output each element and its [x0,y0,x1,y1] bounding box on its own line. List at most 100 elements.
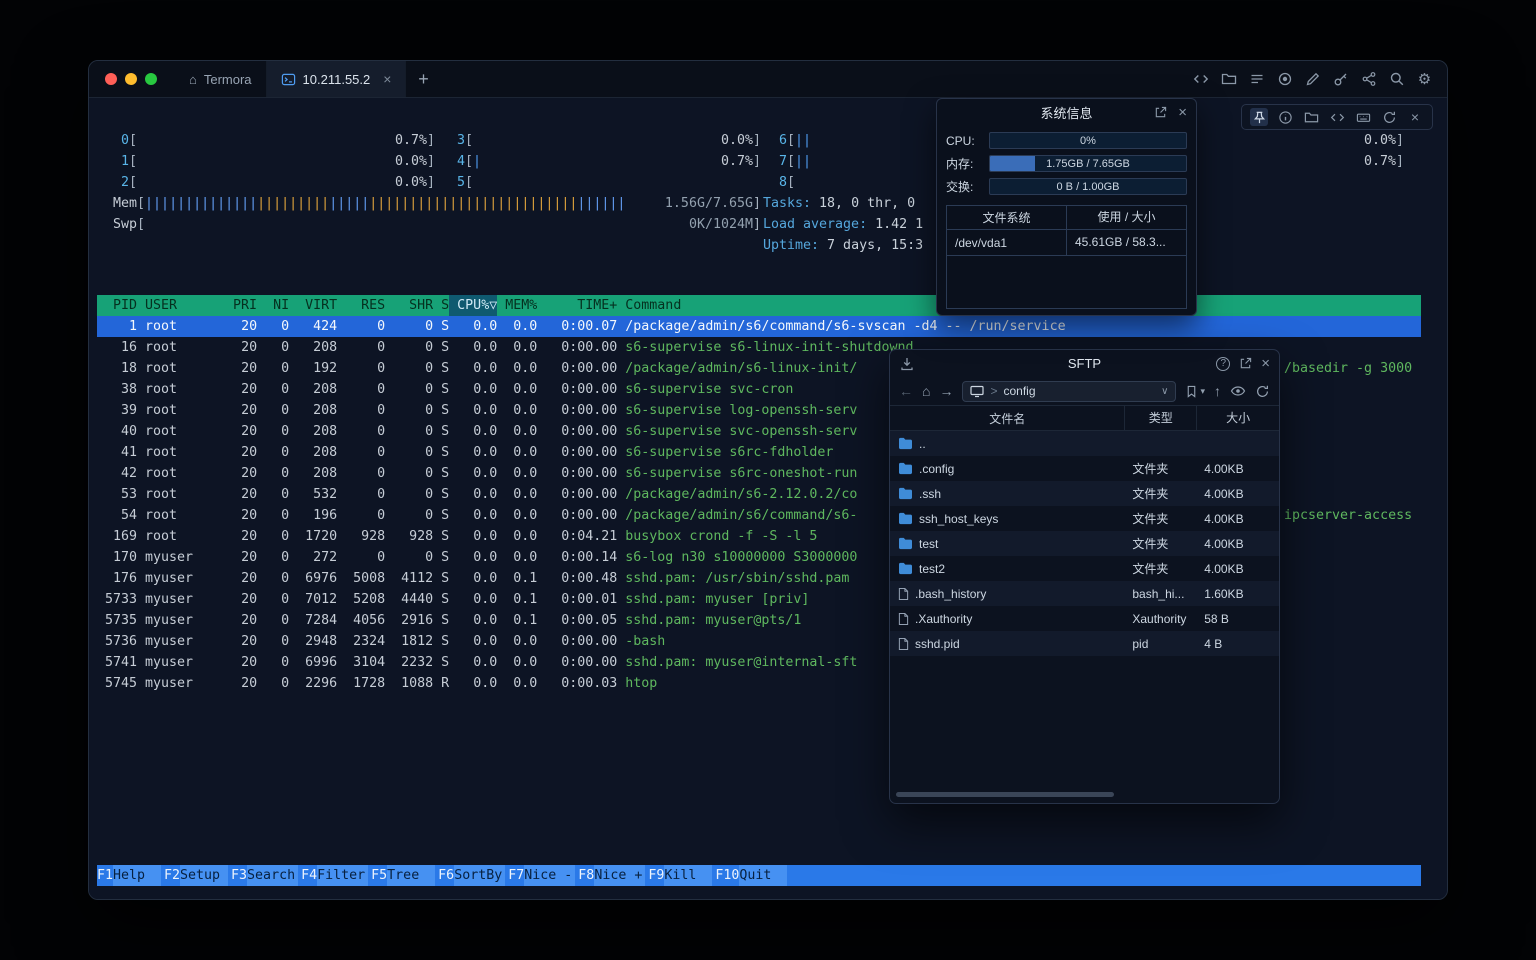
cpu-meter: 0[0.7%] [113,130,435,151]
fkey-button[interactable]: F6SortBy [438,865,505,886]
swap-usage-bar: 0 B / 1.00GB [989,178,1187,195]
col-virt[interactable]: VIRT [289,295,337,316]
pin-icon[interactable] [1250,108,1268,126]
home-icon: ⌂ [189,72,197,87]
fkey-button[interactable]: F3Search [231,865,298,886]
fkey-button[interactable]: F9Kill [648,865,712,886]
sftp-file-row[interactable]: .bash_history bash_hi... 1.60KB [890,581,1279,606]
share-icon[interactable] [1360,71,1377,88]
zoom-window-button[interactable] [145,73,157,85]
col-pid[interactable]: PID [97,295,137,316]
close-window-button[interactable] [105,73,117,85]
col-time[interactable]: TIME+ [537,295,617,316]
tab-ssh-host[interactable]: 10.211.55.2 × [267,61,407,97]
filesystem-table-header: 文件系统使用 / 大小 [947,206,1186,230]
minimize-window-button[interactable] [125,73,137,85]
bookmark-button[interactable]: ▾ [1185,385,1205,398]
swap-meter-row: Swp[0K/1024M] Load average:1.42 1 [97,214,1421,235]
swap-meter: Swp[0K/1024M] [113,214,761,235]
sftp-file-row[interactable]: sshd.pid pid 4 B [890,631,1279,656]
folder-icon[interactable] [1302,108,1320,126]
sftp-file-row[interactable]: test 文件夹 4.00KB [890,531,1279,556]
col-filename[interactable]: 文件名 [890,410,1124,427]
help-icon[interactable]: ? [1216,357,1230,371]
settings-icon[interactable]: ⚙ [1416,71,1433,88]
chevron-down-icon: ▾ [1200,386,1205,397]
back-button[interactable]: ← [899,384,913,398]
col-pri[interactable]: PRI [217,295,257,316]
memory-meter-row: Mem[||||||||||||||||||||||||||||||||||||… [97,193,1421,214]
cpu-label: CPU: [946,134,989,148]
col-cpu-sorted[interactable]: CPU%▽ [449,295,497,316]
path-segment[interactable]: config [1003,384,1035,398]
uptime-stat: Uptime:7 days, 15:3 [763,235,923,256]
key-icon[interactable] [1332,71,1349,88]
up-directory-button[interactable]: ↑ [1214,384,1221,398]
fkey-button[interactable]: F5Tree [371,865,435,886]
file-size: 4.00KB [1196,512,1279,526]
col-size[interactable]: 大小 [1196,406,1279,430]
forward-button[interactable]: → [939,384,953,398]
col-res[interactable]: RES [337,295,385,316]
file-size: 4.00KB [1196,562,1279,576]
open-in-window-icon[interactable] [1239,357,1252,370]
sftp-file-row[interactable]: .ssh 文件夹 4.00KB [890,481,1279,506]
sftp-file-row[interactable]: ssh_host_keys 文件夹 4.00KB [890,506,1279,531]
tab-termora[interactable]: ⌂ Termora [175,61,267,97]
memory-usage-bar: 1.75GB / 7.65GB [989,155,1187,172]
keyboard-icon[interactable] [1354,108,1372,126]
info-icon[interactable] [1276,108,1294,126]
fkey-button[interactable]: F2Setup [164,865,228,886]
col-s[interactable]: S [433,295,449,316]
search-icon[interactable] [1388,71,1405,88]
list-icon[interactable] [1248,71,1265,88]
sftp-file-row[interactable]: .config 文件夹 4.00KB [890,456,1279,481]
path-breadcrumb[interactable]: > config ∨ [962,381,1176,402]
record-icon[interactable] [1276,71,1293,88]
code-icon[interactable] [1328,108,1346,126]
close-icon[interactable]: × [1261,356,1270,371]
cpu-usage-row: CPU: 0% [937,132,1196,149]
close-icon[interactable]: × [1406,108,1424,126]
desktop: ⌂ Termora 10.211.55.2 × + ⚙ [0,0,1536,960]
col-mem[interactable]: MEM% [497,295,537,316]
sftp-file-row[interactable]: test2 文件夹 4.00KB [890,556,1279,581]
refresh-icon[interactable] [1255,384,1270,399]
col-ni[interactable]: NI [257,295,289,316]
new-tab-button[interactable]: + [406,61,440,97]
home-button[interactable]: ⌂ [922,384,930,398]
chevron-down-icon[interactable]: ∨ [1161,386,1168,397]
fkey-button[interactable]: F10Quit [715,865,787,886]
file-type: Xauthority [1124,612,1196,626]
fkey-button[interactable]: F7Nice - [508,865,575,886]
toolbar-icons: ⚙ [1192,61,1447,97]
download-icon[interactable] [899,356,915,372]
file-type: 文件夹 [1124,510,1196,527]
close-icon[interactable]: × [1178,105,1187,120]
fkey-button[interactable]: F4Filter [301,865,368,886]
col-type[interactable]: 类型 [1124,406,1196,430]
file-type: 文件夹 [1124,485,1196,502]
cpu-meter: 2[0.0%] [113,172,435,193]
code-icon[interactable] [1192,71,1209,88]
col-user[interactable]: USER [137,295,217,316]
htop-table-header[interactable]: PIDUSERPRINIVIRTRESSHRSCPU%▽MEM%TIME+Com… [97,295,1421,316]
col-shr[interactable]: SHR [385,295,433,316]
sftp-file-row[interactable]: .. [890,431,1279,456]
edit-icon[interactable] [1304,71,1321,88]
fkey-button[interactable]: F8Nice + [578,865,645,886]
swap-label: 交换: [946,178,989,195]
sftp-table-header[interactable]: 文件名 类型 大小 [890,405,1279,431]
sync-icon[interactable] [1380,108,1398,126]
folder-icon[interactable] [1220,71,1237,88]
process-row[interactable]: 1root20042400S0.00.00:00.07/package/admi… [97,316,1421,337]
show-hidden-icon[interactable] [1230,383,1246,399]
close-tab-icon[interactable]: × [383,71,391,87]
scrollbar-thumb[interactable] [896,792,1114,797]
terminal-icon [281,72,296,87]
file-name: .bash_history [915,587,986,601]
horizontal-scrollbar[interactable] [894,790,1275,799]
open-in-window-icon[interactable] [1152,104,1169,121]
fkey-button[interactable]: F1Help [97,865,161,886]
sftp-file-row[interactable]: .Xauthority Xauthority 58 B [890,606,1279,631]
